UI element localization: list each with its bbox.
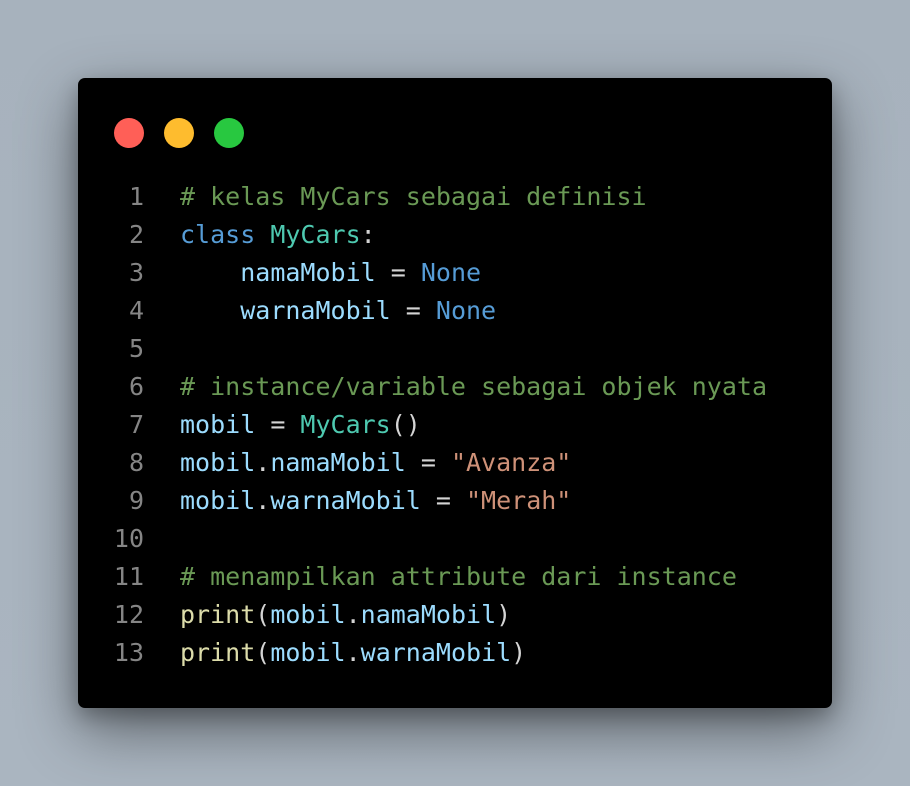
line-number: 5 (128, 334, 144, 363)
code-token: ( (255, 600, 271, 629)
code-token: = (420, 486, 466, 515)
line-number: 3 (128, 258, 144, 287)
maximize-dot-icon[interactable] (214, 118, 244, 148)
line-source: print(mobil.namaMobil) (180, 596, 511, 634)
code-token: . (255, 448, 271, 477)
line-number: 10 (113, 524, 144, 553)
code-token: warnaMobil (360, 638, 512, 667)
code-token: mobil (180, 410, 256, 439)
line-number: 13 (113, 638, 144, 667)
code-token: # instance/variable sebagai objek nyata (180, 372, 767, 401)
code-token: : (360, 220, 376, 249)
code-token: mobil (180, 448, 256, 477)
line-source: warnaMobil = None (180, 292, 496, 330)
code-token: "Merah" (466, 486, 572, 515)
line-number: 1 (128, 182, 144, 211)
code-token: . (345, 638, 361, 667)
code-token: None (420, 258, 482, 287)
line-source: class MyCars: (180, 216, 376, 254)
line-number: 6 (128, 372, 144, 401)
line-number: 12 (113, 600, 144, 629)
code-token: mobil (270, 638, 346, 667)
line-source: namaMobil = None (180, 254, 481, 292)
line-source: mobil.namaMobil = "Avanza" (180, 444, 571, 482)
code-token: warnaMobil (270, 486, 421, 515)
code-token: # kelas MyCars sebagai definisi (180, 182, 647, 211)
line-source: # instance/variable sebagai objek nyata (180, 368, 767, 406)
line-source: mobil.warnaMobil = "Merah" (180, 482, 571, 520)
code-window: 1 # kelas MyCars sebagai definisi 2 class M… (78, 78, 832, 708)
code-token: mobil (180, 486, 256, 515)
code-token: () (390, 410, 421, 439)
line-source: mobil = MyCars() (180, 406, 421, 444)
code-token: namaMobil (360, 600, 497, 629)
code-token: print (180, 638, 256, 667)
code-token: = (255, 410, 301, 439)
code-token: warnaMobil (240, 296, 391, 325)
code-token: None (435, 296, 497, 325)
code-token: ) (511, 638, 527, 667)
code-token: namaMobil (240, 258, 376, 287)
line-source: # menampilkan attribute dari instance (180, 558, 737, 596)
minimize-dot-icon[interactable] (164, 118, 194, 148)
code-token: = (390, 296, 436, 325)
code-token: = (375, 258, 421, 287)
code-token: class (180, 220, 256, 249)
code-token: ( (255, 638, 271, 667)
line-number: 4 (128, 296, 144, 325)
code-token: # menampilkan attribute dari instance (180, 562, 737, 591)
line-source: print(mobil.warnaMobil) (180, 634, 526, 672)
line-number: 8 (128, 448, 144, 477)
line-source: # kelas MyCars sebagai definisi (180, 178, 647, 216)
line-number: 11 (113, 562, 144, 591)
code-token: = (405, 448, 451, 477)
code-token: "Avanza" (450, 448, 572, 477)
code-token: MyCars (300, 410, 391, 439)
code-token: . (255, 486, 271, 515)
code-token: namaMobil (270, 448, 406, 477)
code-token: mobil (270, 600, 346, 629)
line-number: 9 (128, 486, 144, 515)
line-number: 7 (128, 410, 144, 439)
code-token: . (345, 600, 361, 629)
code-token: print (180, 600, 256, 629)
code-token: ) (496, 600, 512, 629)
line-number: 2 (128, 220, 144, 249)
code-token: MyCars (270, 220, 361, 249)
close-dot-icon[interactable] (114, 118, 144, 148)
